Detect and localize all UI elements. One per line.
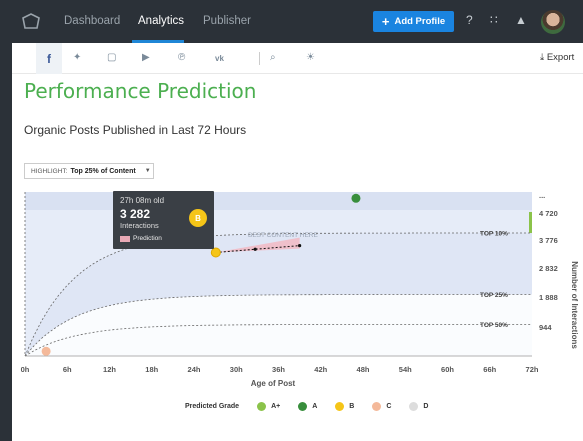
band-label: TOP 10% xyxy=(480,231,508,238)
x-axis-title: Age of Post xyxy=(251,379,296,388)
legend-item-a-plus[interactable]: A+ xyxy=(257,402,280,411)
y-tick-label: ... xyxy=(539,191,545,200)
x-tick-label: 12h xyxy=(103,365,116,374)
best-content-annotation: BEST CONTENT HERE xyxy=(248,232,318,239)
x-tick-label: 30h xyxy=(230,365,243,374)
y-tick-label: 3 776 xyxy=(539,236,558,245)
legend-dot xyxy=(409,402,419,411)
legend-dot xyxy=(372,402,382,411)
x-tick-label: 66h xyxy=(483,365,496,374)
prediction-dot xyxy=(298,244,302,248)
legend-item-b[interactable]: B xyxy=(335,402,354,411)
post-point-grade-a xyxy=(351,193,361,203)
x-tick-label: 6h xyxy=(63,365,72,374)
legend-item-a[interactable]: A xyxy=(298,402,317,411)
legend-label: B xyxy=(349,403,355,410)
x-tick-label: 36h xyxy=(272,365,285,374)
tooltip-prediction-label: Prediction xyxy=(133,235,162,242)
x-tick-label: 48h xyxy=(357,365,370,374)
y-tick-label: 4 720 xyxy=(539,209,558,218)
y-axis-title: Number of Interactions xyxy=(570,261,579,349)
legend-title: Predicted Grade xyxy=(185,403,240,410)
prediction-dot xyxy=(253,247,257,251)
legend-label: A+ xyxy=(271,403,281,410)
top-band xyxy=(25,192,532,210)
prediction-tooltip: 27h 08m old 3 282 Interactions Predictio… xyxy=(113,191,214,249)
band-label: TOP 25% xyxy=(480,292,508,299)
grade-legend: Predicted Grade A+ A B C D xyxy=(185,402,440,411)
y-tick-label: 1 888 xyxy=(539,293,558,302)
post-point-grade-b xyxy=(210,247,221,258)
legend-dot xyxy=(257,402,267,411)
legend-item-c[interactable]: C xyxy=(372,402,391,411)
x-tick-label: 72h xyxy=(526,365,539,374)
performance-chart: TOP 10% TOP 25% TOP 50% BEST CONTENT HERE 0… xyxy=(21,191,579,388)
x-tick-label: 60h xyxy=(441,365,454,374)
legend-item-d[interactable]: D xyxy=(409,402,428,411)
post-point-grade-c xyxy=(41,346,51,356)
legend-label: A xyxy=(312,403,318,410)
x-tick-label: 0h xyxy=(21,365,30,374)
x-tick-label: 42h xyxy=(314,365,327,374)
prediction-icon xyxy=(120,236,130,242)
legend-dot xyxy=(298,402,308,411)
tooltip-grade-badge: B xyxy=(189,209,207,227)
y-tick-label: 944 xyxy=(539,323,552,332)
x-tick-label: 54h xyxy=(399,365,412,374)
tooltip-unit: Interactions xyxy=(120,221,159,230)
legend-dot xyxy=(335,402,345,411)
band-label: TOP 50% xyxy=(480,322,508,329)
tooltip-age: 27h 08m old xyxy=(120,196,165,205)
x-tick-label: 24h xyxy=(188,365,201,374)
grade-strip-a xyxy=(529,212,532,234)
legend-label: C xyxy=(386,403,392,410)
tooltip-value: 3 282 xyxy=(120,207,151,221)
x-tick-label: 18h xyxy=(145,365,158,374)
y-tick-label: 2 832 xyxy=(539,264,558,273)
legend-label: D xyxy=(423,403,429,410)
